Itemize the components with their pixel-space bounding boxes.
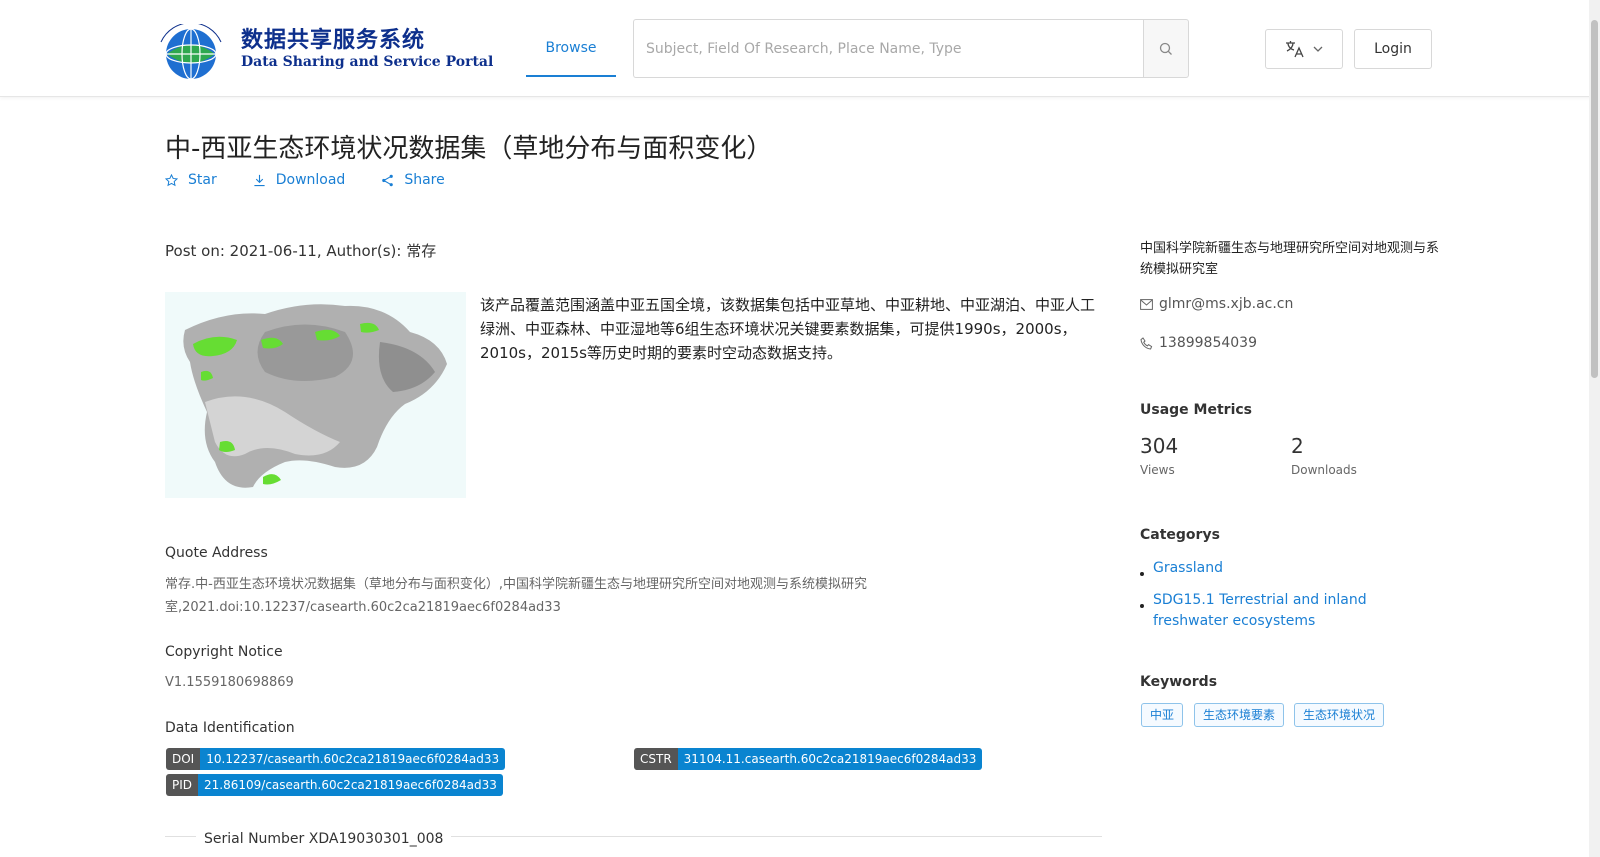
keyword-tag[interactable]: 生态环境状况 bbox=[1294, 703, 1385, 727]
keyword-tag[interactable]: 中亚 bbox=[1141, 703, 1184, 727]
dataset-actions: Star Download Share bbox=[165, 172, 445, 188]
copyright-label: Copyright Notice bbox=[165, 644, 283, 660]
pid-badge-key: PID bbox=[166, 774, 199, 796]
download-icon bbox=[254, 174, 265, 186]
organization-name: 中国科学院新疆生态与地理研究所空间对地观测与系统模拟研究室 bbox=[1140, 241, 1440, 277]
search-button[interactable] bbox=[1143, 19, 1189, 78]
logo-english-text: Data Sharing and Service Portal bbox=[241, 54, 494, 70]
share-icon bbox=[382, 174, 394, 186]
share-label: Share bbox=[404, 172, 445, 188]
star-label: Star bbox=[188, 172, 217, 188]
usage-metrics-heading: Usage Metrics bbox=[1140, 402, 1252, 418]
cstr-badge-value: 31104.11.casearth.60c2ca21819aec6f0284ad… bbox=[677, 748, 983, 770]
language-switcher[interactable] bbox=[1265, 29, 1343, 69]
logo-chinese-text: 数据共享服务系统 bbox=[241, 27, 426, 53]
contact-email[interactable]: glmr@ms.xjb.ac.cn bbox=[1140, 296, 1293, 312]
bullet-icon bbox=[1140, 572, 1144, 576]
doi-badge-key: DOI bbox=[166, 748, 201, 770]
category-label: SDG15.1 Terrestrial and inland freshwate… bbox=[1153, 592, 1367, 629]
top-header: 数据共享服务系统 Data Sharing and Service Portal… bbox=[0, 0, 1600, 97]
page-scrollbar-thumb[interactable] bbox=[1591, 20, 1598, 378]
downloads-count: 2 bbox=[1291, 434, 1304, 458]
dataset-description: 该产品覆盖范围涵盖中亚五国全境，该数据集包括中亚草地、中亚耕地、中亚湖泊、中亚人… bbox=[480, 296, 1096, 362]
data-identification-label: Data Identification bbox=[165, 720, 295, 736]
cstr-badge-key: CSTR bbox=[634, 748, 678, 770]
search-input[interactable] bbox=[633, 19, 1145, 78]
quote-address-label: Quote Address bbox=[165, 545, 268, 561]
copyright-text: V1.1559180698869 bbox=[165, 675, 294, 690]
download-label: Download bbox=[275, 172, 346, 188]
cstr-badge[interactable]: CSTR 31104.11.casearth.60c2ca21819aec6f0… bbox=[634, 748, 983, 770]
quote-address-text: 常存.中-西亚生态环境状况数据集（草地分布与面积变化）,中国科学院新疆生态与地理… bbox=[165, 577, 867, 615]
doi-badge-value: 10.12237/casearth.60c2ca21819aec6f0284ad… bbox=[200, 748, 506, 770]
login-button[interactable]: Login bbox=[1354, 29, 1432, 69]
star-button[interactable]: Star bbox=[165, 172, 217, 188]
globe-logo-icon bbox=[160, 24, 222, 80]
views-count: 304 bbox=[1140, 434, 1179, 458]
bullet-icon bbox=[1140, 604, 1144, 608]
category-label: Grassland bbox=[1153, 560, 1223, 576]
views-label: Views bbox=[1140, 463, 1175, 477]
site-logo[interactable]: 数据共享服务系统 Data Sharing and Service Portal bbox=[153, 18, 493, 80]
pid-badge-value: 21.86109/casearth.60c2ca21819aec6f0284ad… bbox=[198, 774, 503, 796]
category-item-sdg[interactable]: SDG15.1 Terrestrial and inland freshwate… bbox=[1140, 590, 1400, 632]
mail-icon bbox=[1140, 298, 1153, 310]
contact-phone: 13899854039 bbox=[1140, 335, 1257, 351]
download-button[interactable]: Download bbox=[253, 172, 346, 188]
search-icon bbox=[1159, 42, 1172, 55]
share-button[interactable]: Share bbox=[381, 172, 445, 188]
keywords-heading: Keywords bbox=[1140, 674, 1218, 690]
serial-number: Serial Number XDA19030301_008 bbox=[196, 831, 452, 847]
category-item-grassland[interactable]: Grassland bbox=[1140, 558, 1400, 579]
phone-text: 13899854039 bbox=[1159, 335, 1257, 351]
post-meta: Post on: 2021-06-11, Author(s): 常存 bbox=[165, 242, 437, 260]
categories-heading: Categorys bbox=[1140, 527, 1220, 543]
pid-badge[interactable]: PID 21.86109/casearth.60c2ca21819aec6f02… bbox=[166, 774, 503, 796]
nav-browse-tab[interactable]: Browse bbox=[526, 20, 616, 77]
chevron-down-icon bbox=[1313, 46, 1323, 52]
doi-badge[interactable]: DOI 10.12237/casearth.60c2ca21819aec6f02… bbox=[166, 748, 506, 770]
dataset-title: 中-西亚生态环境状况数据集（草地分布与面积变化） bbox=[165, 134, 773, 164]
email-text: glmr@ms.xjb.ac.cn bbox=[1159, 296, 1294, 312]
star-icon bbox=[165, 173, 178, 186]
downloads-label: Downloads bbox=[1291, 463, 1357, 477]
translate-icon bbox=[1286, 41, 1304, 58]
phone-icon bbox=[1140, 336, 1153, 350]
keyword-tag[interactable]: 生态环境要素 bbox=[1194, 703, 1285, 727]
dataset-thumbnail-map[interactable] bbox=[165, 292, 466, 498]
